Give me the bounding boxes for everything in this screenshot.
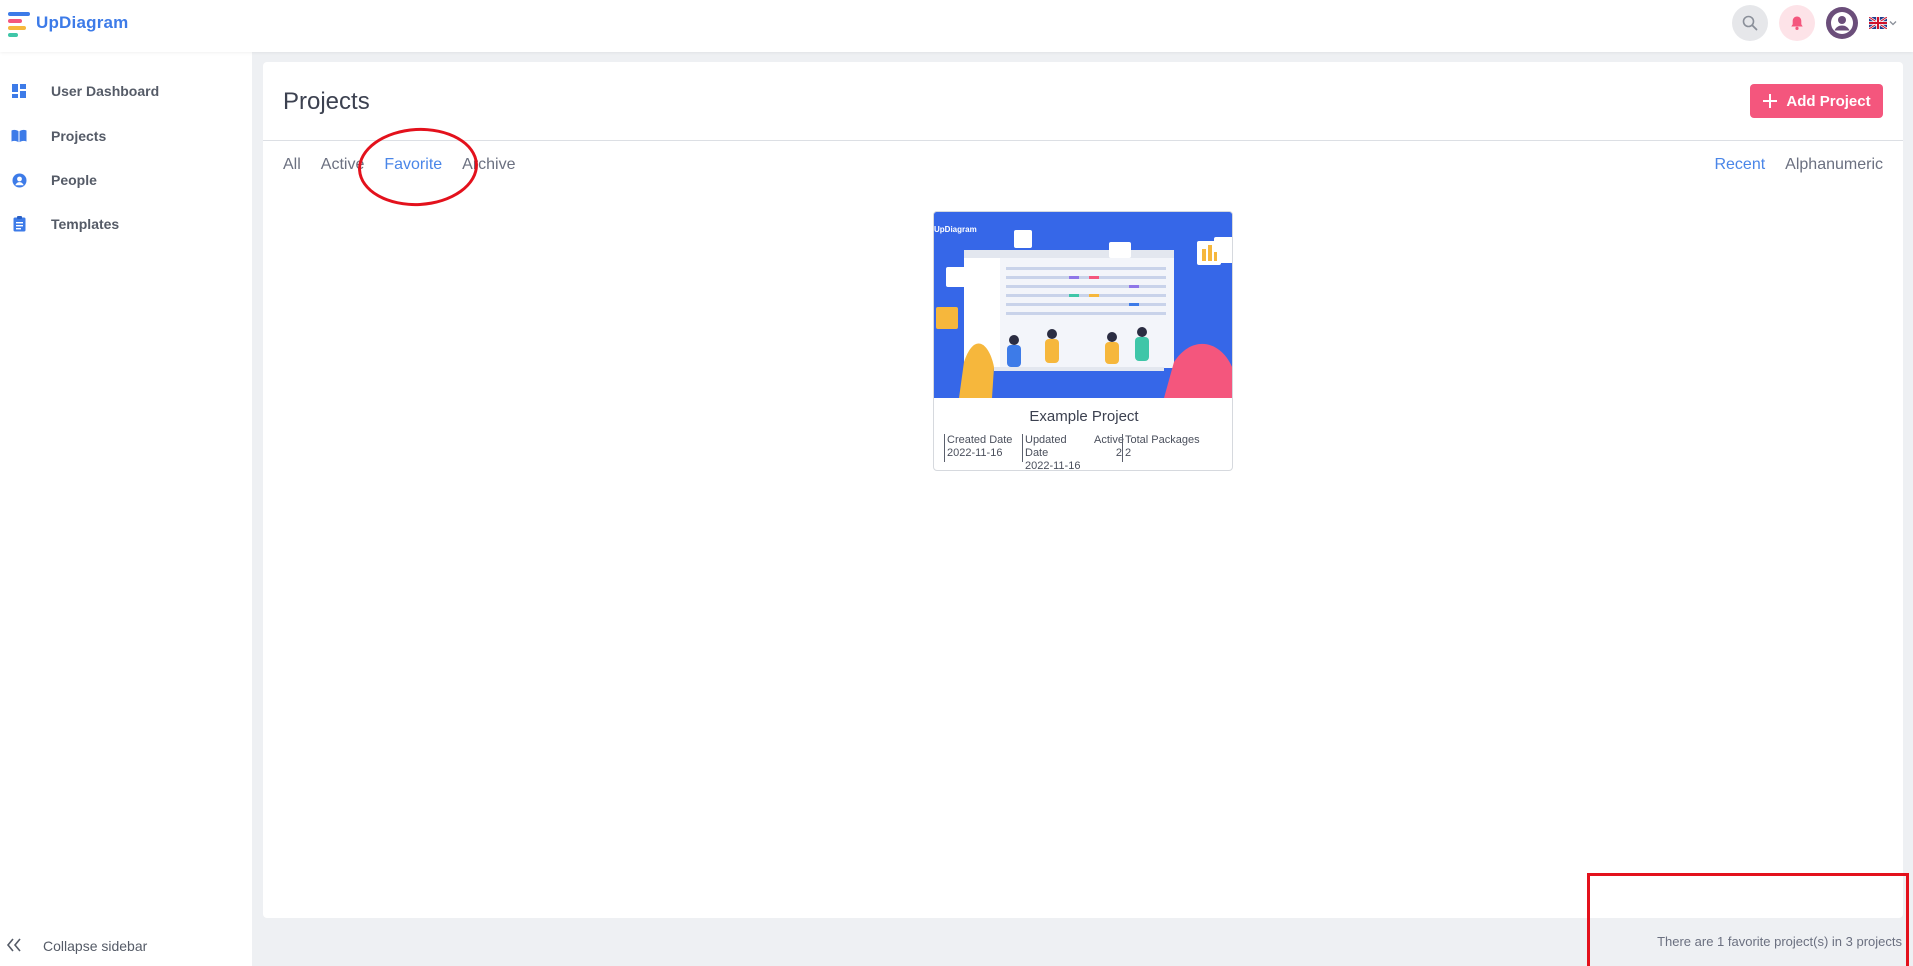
dashboard-icon [11,83,27,99]
sidebar: User Dashboard Projects People Templates… [0,52,252,966]
double-chevron-left-icon [6,938,22,957]
header-divider [263,140,1903,141]
top-bar: UpDiagram [0,0,1913,52]
chevron-down-icon [1889,21,1897,26]
logo-text: UpDiagram [36,13,129,32]
tab-favorite[interactable]: Favorite [384,156,442,174]
sidebar-item-user-dashboard[interactable]: User Dashboard [0,73,252,109]
sidebar-item-label: People [51,172,97,188]
collapse-sidebar-label: Collapse sidebar [43,938,148,954]
app-logo[interactable]: UpDiagram [8,10,129,37]
page-title: Projects [283,88,370,115]
project-card[interactable]: UpDiagram Example Project Created Date 2… [933,211,1233,471]
uk-flag-icon [1869,17,1887,29]
sort-options: Recent Alphanumeric [1714,156,1883,174]
sidebar-item-projects[interactable]: Projects [0,118,252,154]
sidebar-item-label: Projects [51,128,107,144]
sort-alphanumeric[interactable]: Alphanumeric [1785,156,1883,174]
tab-archive[interactable]: Archive [462,156,515,174]
add-project-button[interactable]: Add Project [1750,84,1883,118]
sidebar-item-label: Templates [51,216,120,232]
logo-icon [8,10,32,37]
project-thumbnail: UpDiagram [934,212,1232,398]
project-meta: Created Date 2022-11-16 Updated Date 202… [944,434,1226,470]
sidebar-item-people[interactable]: People [0,162,252,198]
clipboard-icon [11,216,27,232]
sidebar-item-templates[interactable]: Templates [0,206,252,242]
active-label: Active [1094,434,1124,446]
total-packages-label: Total Packages [1125,434,1200,446]
sort-recent[interactable]: Recent [1714,156,1765,174]
total-packages-value: 2 [1125,447,1132,459]
updated-date-value: 2022-11-16 [1025,460,1081,471]
tab-all[interactable]: All [283,156,301,174]
sidebar-item-label: User Dashboard [51,83,160,99]
project-name: Example Project [1029,408,1139,425]
notifications-button[interactable] [1779,5,1815,41]
book-icon [11,128,27,144]
person-icon [1831,12,1853,34]
add-project-label: Add Project [1786,92,1871,110]
favorite-summary-text: There are 1 favorite project(s) in 3 pro… [1657,934,1902,949]
search-button[interactable] [1732,5,1768,41]
tab-active[interactable]: Active [321,156,365,174]
project-filter-tabs: All Active Favorite Archive [283,156,516,174]
active-value: 2 [1115,447,1122,459]
created-date-value: 2022-11-16 [947,447,1003,459]
active-field: Active 2 [1092,434,1124,462]
projects-panel: Projects Add Project All Active Favorite… [263,62,1903,918]
plus-icon [1763,94,1778,108]
language-selector[interactable] [1869,17,1897,29]
updated-date-label: Updated Date [1025,434,1067,459]
search-icon [1742,15,1758,31]
collapse-sidebar-button[interactable]: Collapse sidebar [0,926,252,966]
person-icon [11,172,27,188]
created-date-label: Created Date [947,434,1013,446]
user-avatar[interactable] [1826,7,1858,39]
created-date-field: Created Date 2022-11-16 [944,434,1020,462]
total-packages-field: Total Packages 2 [1122,434,1202,462]
thumbnail-brand-text: UpDiagram [934,225,977,234]
updated-date-field: Updated Date 2022-11-16 [1022,434,1092,470]
bell-icon [1791,16,1803,30]
